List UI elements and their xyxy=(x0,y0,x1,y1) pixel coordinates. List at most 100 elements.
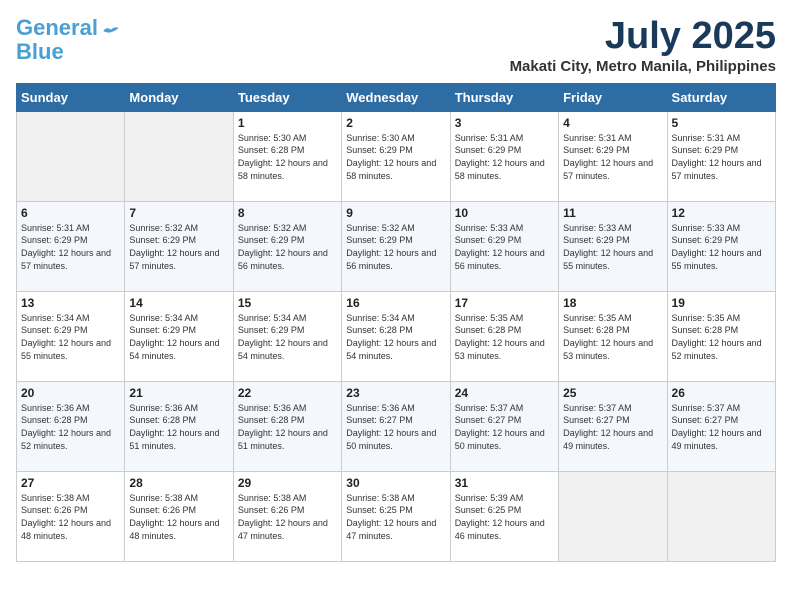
calendar-cell: 25 Sunrise: 5:37 AMSunset: 6:27 PMDayligh… xyxy=(559,381,667,471)
logo-text: General Blue xyxy=(16,16,98,64)
day-info: Sunrise: 5:38 AMSunset: 6:26 PMDaylight:… xyxy=(21,492,120,542)
header-cell-thursday: Thursday xyxy=(450,83,558,111)
day-number: 31 xyxy=(455,476,554,490)
week-row-4: 20 Sunrise: 5:36 AMSunset: 6:28 PMDayligh… xyxy=(17,381,776,471)
day-number: 9 xyxy=(346,206,445,220)
day-number: 14 xyxy=(129,296,228,310)
day-info: Sunrise: 5:36 AMSunset: 6:28 PMDaylight:… xyxy=(21,402,120,452)
title-block: July 2025 Makati City, Metro Manila, Phi… xyxy=(510,16,776,75)
day-info: Sunrise: 5:37 AMSunset: 6:27 PMDaylight:… xyxy=(563,402,662,452)
day-info: Sunrise: 5:31 AMSunset: 6:29 PMDaylight:… xyxy=(21,222,120,272)
week-row-5: 27 Sunrise: 5:38 AMSunset: 6:26 PMDayligh… xyxy=(17,471,776,561)
day-info: Sunrise: 5:38 AMSunset: 6:26 PMDaylight:… xyxy=(129,492,228,542)
day-info: Sunrise: 5:30 AMSunset: 6:28 PMDaylight:… xyxy=(238,132,337,182)
calendar-cell: 27 Sunrise: 5:38 AMSunset: 6:26 PMDayligh… xyxy=(17,471,125,561)
calendar-cell xyxy=(125,111,233,201)
calendar-cell: 22 Sunrise: 5:36 AMSunset: 6:28 PMDayligh… xyxy=(233,381,341,471)
day-info: Sunrise: 5:32 AMSunset: 6:29 PMDaylight:… xyxy=(238,222,337,272)
day-info: Sunrise: 5:38 AMSunset: 6:26 PMDaylight:… xyxy=(238,492,337,542)
calendar-cell: 24 Sunrise: 5:37 AMSunset: 6:27 PMDayligh… xyxy=(450,381,558,471)
day-number: 15 xyxy=(238,296,337,310)
day-number: 20 xyxy=(21,386,120,400)
calendar-cell: 21 Sunrise: 5:36 AMSunset: 6:28 PMDayligh… xyxy=(125,381,233,471)
day-number: 4 xyxy=(563,116,662,130)
header-cell-tuesday: Tuesday xyxy=(233,83,341,111)
week-row-3: 13 Sunrise: 5:34 AMSunset: 6:29 PMDayligh… xyxy=(17,291,776,381)
day-info: Sunrise: 5:34 AMSunset: 6:29 PMDaylight:… xyxy=(21,312,120,362)
day-info: Sunrise: 5:31 AMSunset: 6:29 PMDaylight:… xyxy=(563,132,662,182)
day-number: 25 xyxy=(563,386,662,400)
day-number: 7 xyxy=(129,206,228,220)
day-number: 18 xyxy=(563,296,662,310)
day-info: Sunrise: 5:33 AMSunset: 6:29 PMDaylight:… xyxy=(672,222,771,272)
day-number: 26 xyxy=(672,386,771,400)
calendar-cell: 7 Sunrise: 5:32 AMSunset: 6:29 PMDaylight… xyxy=(125,201,233,291)
header-cell-friday: Friday xyxy=(559,83,667,111)
day-info: Sunrise: 5:36 AMSunset: 6:28 PMDaylight:… xyxy=(129,402,228,452)
calendar-cell: 5 Sunrise: 5:31 AMSunset: 6:29 PMDaylight… xyxy=(667,111,775,201)
day-number: 28 xyxy=(129,476,228,490)
day-info: Sunrise: 5:32 AMSunset: 6:29 PMDaylight:… xyxy=(346,222,445,272)
calendar-cell: 2 Sunrise: 5:30 AMSunset: 6:29 PMDaylight… xyxy=(342,111,450,201)
day-number: 19 xyxy=(672,296,771,310)
day-info: Sunrise: 5:32 AMSunset: 6:29 PMDaylight:… xyxy=(129,222,228,272)
calendar-cell: 9 Sunrise: 5:32 AMSunset: 6:29 PMDaylight… xyxy=(342,201,450,291)
day-number: 5 xyxy=(672,116,771,130)
calendar-cell xyxy=(559,471,667,561)
day-number: 11 xyxy=(563,206,662,220)
day-number: 22 xyxy=(238,386,337,400)
header-cell-wednesday: Wednesday xyxy=(342,83,450,111)
day-number: 2 xyxy=(346,116,445,130)
calendar-cell xyxy=(17,111,125,201)
calendar-body: 1 Sunrise: 5:30 AMSunset: 6:28 PMDaylight… xyxy=(17,111,776,561)
logo: General Blue xyxy=(16,16,120,64)
day-info: Sunrise: 5:36 AMSunset: 6:28 PMDaylight:… xyxy=(238,402,337,452)
calendar-cell: 13 Sunrise: 5:34 AMSunset: 6:29 PMDayligh… xyxy=(17,291,125,381)
header-row: SundayMondayTuesdayWednesdayThursdayFrid… xyxy=(17,83,776,111)
day-number: 27 xyxy=(21,476,120,490)
calendar-cell: 10Sunrise: 5:33 AMSunset: 6:29 PMDayligh… xyxy=(450,201,558,291)
location-subtitle: Makati City, Metro Manila, Philippines xyxy=(510,58,776,75)
day-info: Sunrise: 5:37 AMSunset: 6:27 PMDaylight:… xyxy=(672,402,771,452)
day-info: Sunrise: 5:35 AMSunset: 6:28 PMDaylight:… xyxy=(455,312,554,362)
day-number: 10 xyxy=(455,206,554,220)
day-number: 17 xyxy=(455,296,554,310)
day-number: 6 xyxy=(21,206,120,220)
header-cell-sunday: Sunday xyxy=(17,83,125,111)
day-info: Sunrise: 5:31 AMSunset: 6:29 PMDaylight:… xyxy=(672,132,771,182)
calendar-cell: 19Sunrise: 5:35 AMSunset: 6:28 PMDayligh… xyxy=(667,291,775,381)
day-info: Sunrise: 5:34 AMSunset: 6:29 PMDaylight:… xyxy=(238,312,337,362)
calendar-cell: 11Sunrise: 5:33 AMSunset: 6:29 PMDayligh… xyxy=(559,201,667,291)
day-info: Sunrise: 5:37 AMSunset: 6:27 PMDaylight:… xyxy=(455,402,554,452)
day-number: 8 xyxy=(238,206,337,220)
calendar-cell: 31 Sunrise: 5:39 AMSunset: 6:25 PMDayligh… xyxy=(450,471,558,561)
calendar-cell: 6 Sunrise: 5:31 AMSunset: 6:29 PMDaylight… xyxy=(17,201,125,291)
calendar-cell: 18 Sunrise: 5:35 AMSunset: 6:28 PMDayligh… xyxy=(559,291,667,381)
day-number: 16 xyxy=(346,296,445,310)
calendar-cell: 30 Sunrise: 5:38 AMSunset: 6:25 PMDayligh… xyxy=(342,471,450,561)
day-info: Sunrise: 5:34 AMSunset: 6:28 PMDaylight:… xyxy=(346,312,445,362)
day-number: 30 xyxy=(346,476,445,490)
day-info: Sunrise: 5:35 AMSunset: 6:28 PMDaylight:… xyxy=(563,312,662,362)
day-number: 1 xyxy=(238,116,337,130)
day-info: Sunrise: 5:31 AMSunset: 6:29 PMDaylight:… xyxy=(455,132,554,182)
calendar-cell: 20 Sunrise: 5:36 AMSunset: 6:28 PMDayligh… xyxy=(17,381,125,471)
calendar-cell: 4 Sunrise: 5:31 AMSunset: 6:29 PMDaylight… xyxy=(559,111,667,201)
day-number: 12 xyxy=(672,206,771,220)
calendar-cell: 29Sunrise: 5:38 AMSunset: 6:26 PMDayligh… xyxy=(233,471,341,561)
day-number: 21 xyxy=(129,386,228,400)
calendar-cell: 8 Sunrise: 5:32 AMSunset: 6:29 PMDaylight… xyxy=(233,201,341,291)
day-info: Sunrise: 5:39 AMSunset: 6:25 PMDaylight:… xyxy=(455,492,554,542)
day-number: 24 xyxy=(455,386,554,400)
header-cell-monday: Monday xyxy=(125,83,233,111)
day-number: 13 xyxy=(21,296,120,310)
day-info: Sunrise: 5:38 AMSunset: 6:25 PMDaylight:… xyxy=(346,492,445,542)
calendar-cell: 16 Sunrise: 5:34 AMSunset: 6:28 PMDayligh… xyxy=(342,291,450,381)
calendar-cell: 1 Sunrise: 5:30 AMSunset: 6:28 PMDaylight… xyxy=(233,111,341,201)
day-number: 3 xyxy=(455,116,554,130)
calendar-cell: 15 Sunrise: 5:34 AMSunset: 6:29 PMDayligh… xyxy=(233,291,341,381)
week-row-2: 6 Sunrise: 5:31 AMSunset: 6:29 PMDaylight… xyxy=(17,201,776,291)
page-header: General Blue July 2025 Makati City, Metr… xyxy=(16,16,776,75)
day-number: 23 xyxy=(346,386,445,400)
day-info: Sunrise: 5:30 AMSunset: 6:29 PMDaylight:… xyxy=(346,132,445,182)
